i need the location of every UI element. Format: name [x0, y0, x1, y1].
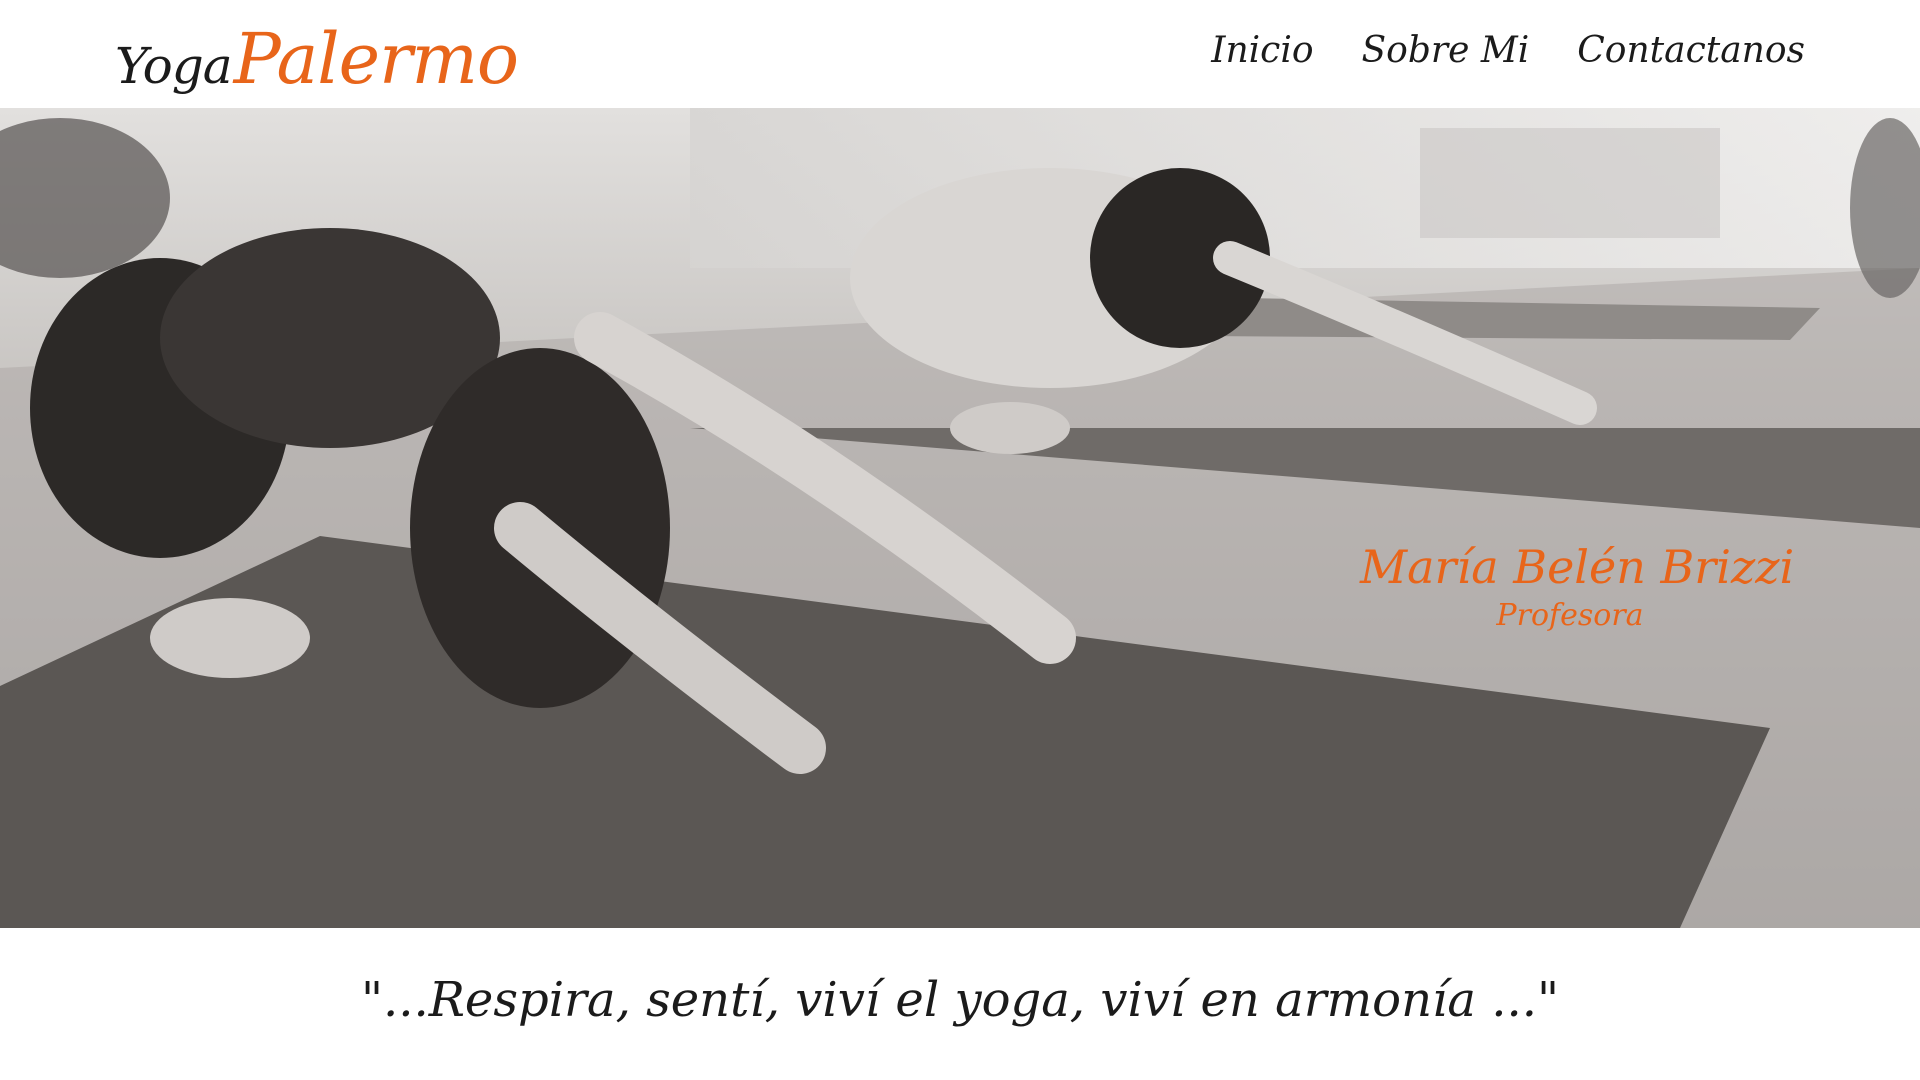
logo-palermo-text: Palermo [233, 18, 519, 100]
teacher-card: María Belén Brizzi Profesora [1360, 540, 1795, 633]
main-nav: Inicio Sobre Mi Contactanos [1211, 30, 1805, 71]
nav-link-sobre-mi[interactable]: Sobre Mi [1362, 30, 1530, 71]
site-header: Yoga Palermo Inicio Sobre Mi Contactanos [0, 0, 1920, 108]
nav-link-inicio[interactable]: Inicio [1211, 30, 1313, 71]
hero-photo [0, 108, 1920, 928]
hero-section: María Belén Brizzi Profesora [0, 108, 1920, 928]
site-logo[interactable]: Yoga Palermo [115, 18, 519, 100]
page-quote: "...Respira, sentí, viví el yoga, viví e… [360, 972, 1560, 1028]
nav-link-contactanos[interactable]: Contactanos [1577, 30, 1805, 71]
logo-yoga-text: Yoga [115, 37, 233, 95]
teacher-name: María Belén Brizzi [1360, 540, 1795, 594]
teacher-role: Profesora [1496, 598, 1644, 633]
